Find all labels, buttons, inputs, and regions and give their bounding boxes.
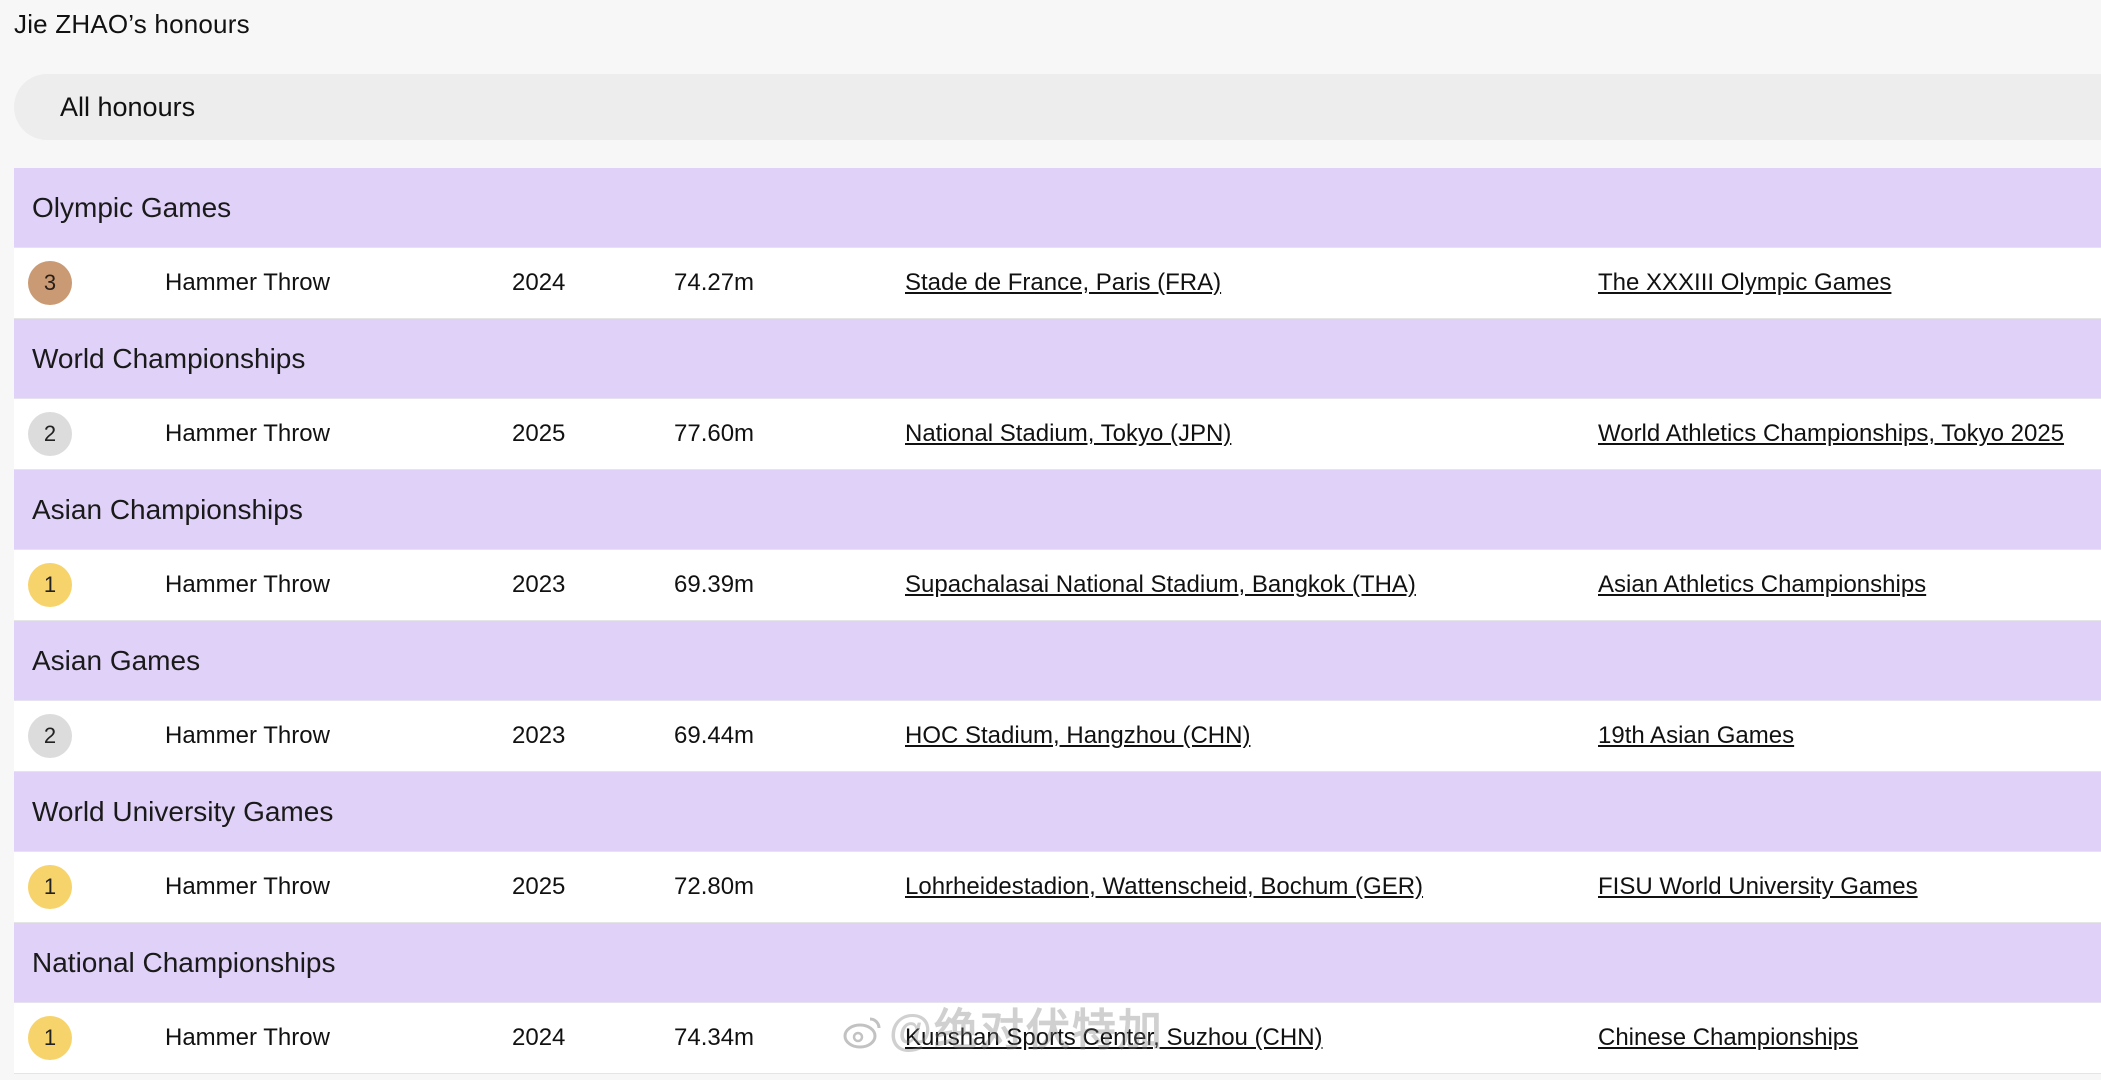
mark-cell: 69.39m [674, 571, 755, 598]
filter-selected-label: All honours [60, 92, 196, 122]
section-title: Asian Championships [32, 494, 303, 525]
competition-link[interactable]: 19th Asian Games [1598, 701, 1794, 771]
page-title: Jie ZHAO’s honours [14, 9, 250, 39]
section-header-asian-championships: Asian Championships [14, 470, 2101, 550]
bronze-medal-badge: 3 [28, 261, 72, 305]
venue-link[interactable]: Kunshan Sports Center, Suzhou (CHN) [905, 1003, 1323, 1073]
event-cell: Hammer Throw [165, 1024, 330, 1051]
event-cell: Hammer Throw [165, 722, 330, 749]
table-row: 1 Hammer Throw 2024 74.34m Kunshan Sport… [14, 1003, 2101, 1074]
competition-link[interactable]: Asian Athletics Championships [1598, 550, 1926, 620]
year-cell: 2025 [512, 420, 566, 447]
table-row: 2 Hammer Throw 2023 69.44m HOC Stadium, … [14, 701, 2101, 772]
venue-link[interactable]: National Stadium, Tokyo (JPN) [905, 399, 1231, 469]
event-cell: Hammer Throw [165, 269, 330, 296]
mark-cell: 74.27m [674, 269, 755, 296]
event-cell: Hammer Throw [165, 571, 330, 598]
competition-link[interactable]: World Athletics Championships, Tokyo 202… [1598, 399, 2064, 469]
section-title: World University Games [32, 796, 334, 827]
table-row: 2 Hammer Throw 2025 77.60m National Stad… [14, 399, 2101, 470]
section-title: Asian Games [32, 645, 201, 676]
gold-medal-badge: 1 [28, 563, 72, 607]
table-row: 1 Hammer Throw 2025 72.80m Lohrheidestad… [14, 852, 2101, 923]
mark-cell: 77.60m [674, 420, 755, 447]
year-cell: 2025 [512, 873, 566, 900]
year-cell: 2023 [512, 722, 566, 749]
venue-link[interactable]: Lohrheidestadion, Wattenscheid, Bochum (… [905, 852, 1423, 922]
section-header-world-university-games: World University Games [14, 772, 2101, 852]
page: Jie ZHAO’s honours All honours Olympic G… [0, 0, 2101, 1080]
silver-medal-badge: 2 [28, 714, 72, 758]
mark-cell: 69.44m [674, 722, 755, 749]
competition-link[interactable]: The XXXIII Olympic Games [1598, 248, 1891, 318]
section-header-world-championships: World Championships [14, 319, 2101, 399]
silver-medal-badge: 2 [28, 412, 72, 456]
table-row: 1 Hammer Throw 2023 69.39m Supachalasai … [14, 550, 2101, 621]
mark-cell: 72.80m [674, 873, 755, 900]
table-row: 3 Hammer Throw 2024 74.27m Stade de Fran… [14, 248, 2101, 319]
competition-link[interactable]: FISU World University Games [1598, 852, 1918, 922]
gold-medal-badge: 1 [28, 865, 72, 909]
competition-link[interactable]: Chinese Championships [1598, 1003, 1858, 1073]
section-header-national-championships: National Championships [14, 923, 2101, 1003]
section-header-olympic-games: Olympic Games [14, 168, 2101, 248]
venue-link[interactable]: HOC Stadium, Hangzhou (CHN) [905, 701, 1250, 771]
venue-link[interactable]: Stade de France, Paris (FRA) [905, 248, 1221, 318]
year-cell: 2024 [512, 269, 566, 296]
honours-table: Olympic Games 3 Hammer Throw 2024 74.27m… [14, 168, 2101, 1074]
gold-medal-badge: 1 [28, 1016, 72, 1060]
event-cell: Hammer Throw [165, 420, 330, 447]
year-cell: 2024 [512, 1024, 566, 1051]
section-header-asian-games: Asian Games [14, 621, 2101, 701]
mark-cell: 74.34m [674, 1024, 755, 1051]
section-title: National Championships [32, 947, 336, 978]
section-title: Olympic Games [32, 192, 232, 223]
event-cell: Hammer Throw [165, 873, 330, 900]
year-cell: 2023 [512, 571, 566, 598]
section-title: World Championships [32, 343, 306, 374]
venue-link[interactable]: Supachalasai National Stadium, Bangkok (… [905, 550, 1416, 620]
honours-filter-dropdown[interactable]: All honours [14, 74, 2101, 140]
